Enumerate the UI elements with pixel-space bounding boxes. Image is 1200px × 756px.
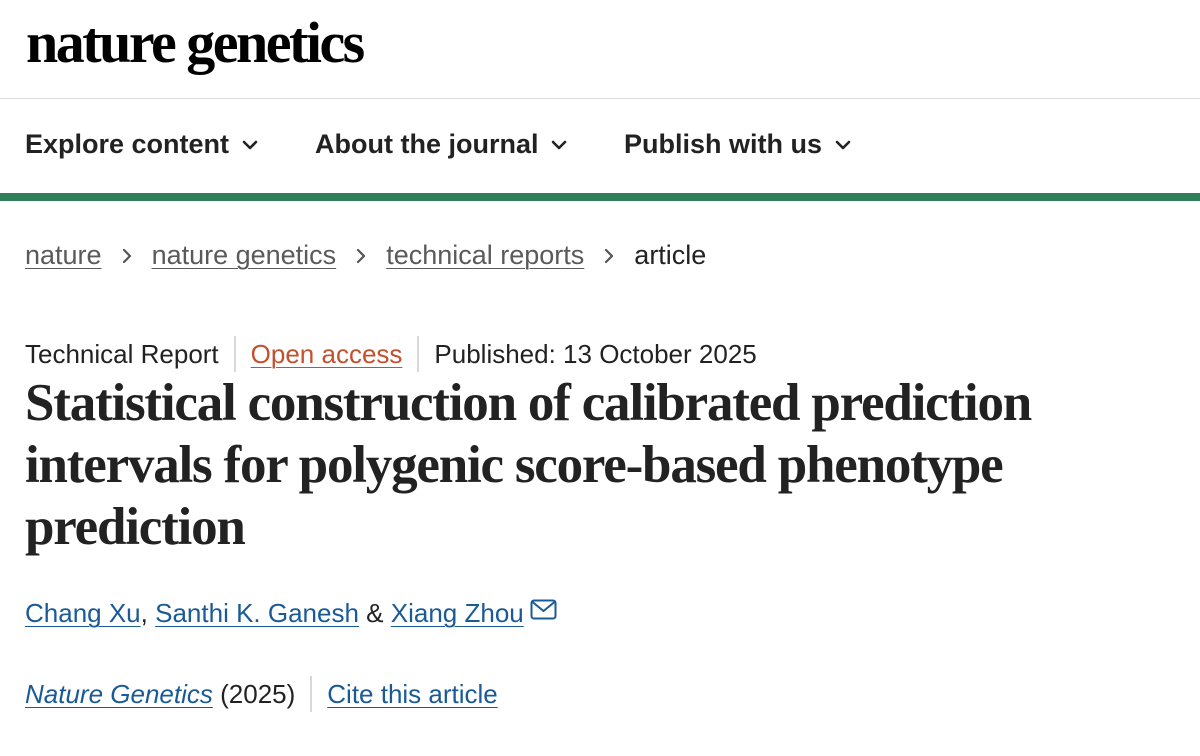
breadcrumb-link-nature-genetics[interactable]: nature genetics xyxy=(152,240,337,271)
article-title: Statistical construction of calibrated p… xyxy=(25,374,1032,556)
journal-link[interactable]: Nature Genetics xyxy=(25,679,213,710)
cite-this-article-link[interactable]: Cite this article xyxy=(327,679,498,710)
nav-publish-with-us[interactable]: Publish with us xyxy=(624,129,852,160)
nav-about-journal[interactable]: About the journal xyxy=(315,129,568,160)
nav-label: Publish with us xyxy=(624,129,823,159)
author-separator: & xyxy=(366,598,384,628)
nav-accent-bar xyxy=(0,193,1200,201)
breadcrumb: nature nature genetics technical reports… xyxy=(25,240,706,271)
mail-icon[interactable] xyxy=(530,599,557,620)
citation-line: Nature Genetics (2025) Cite this article xyxy=(25,676,498,712)
open-access-link[interactable]: Open access xyxy=(251,339,403,370)
citation-divider xyxy=(310,676,313,712)
breadcrumb-link-technical-reports[interactable]: technical reports xyxy=(386,240,584,271)
chevron-down-icon xyxy=(242,140,258,149)
site-header: nature genetics xyxy=(0,0,1200,99)
author-link[interactable]: Chang Xu xyxy=(25,598,141,629)
article-meta: Technical Report Open access Published: … xyxy=(25,336,757,372)
nav-explore-content[interactable]: Explore content xyxy=(25,129,259,160)
breadcrumb-current: article xyxy=(634,240,707,270)
chevron-down-icon xyxy=(552,140,567,149)
published-date: Published: 13 October 2025 xyxy=(434,338,757,369)
publication-year: (2025) xyxy=(220,678,296,709)
main-nav: Explore content About the journal Publis… xyxy=(0,99,1200,193)
chevron-right-icon xyxy=(605,248,614,263)
author-separator: , xyxy=(140,598,148,628)
journal-logo[interactable]: nature genetics xyxy=(26,14,365,72)
chevron-down-icon xyxy=(835,140,851,149)
meta-divider xyxy=(417,336,420,372)
chevron-right-icon xyxy=(122,248,131,263)
author-list: Chang Xu , Santhi K. Ganesh & Xiang Zhou xyxy=(25,598,557,629)
author-link[interactable]: Santhi K. Ganesh xyxy=(155,598,359,629)
article-type: Technical Report xyxy=(25,338,219,369)
nav-label: Explore content xyxy=(25,129,230,159)
nav-label: About the journal xyxy=(315,129,539,159)
breadcrumb-link-nature[interactable]: nature xyxy=(25,240,102,271)
meta-divider xyxy=(233,336,236,372)
chevron-right-icon xyxy=(357,248,366,263)
author-link[interactable]: Xiang Zhou xyxy=(391,598,524,629)
